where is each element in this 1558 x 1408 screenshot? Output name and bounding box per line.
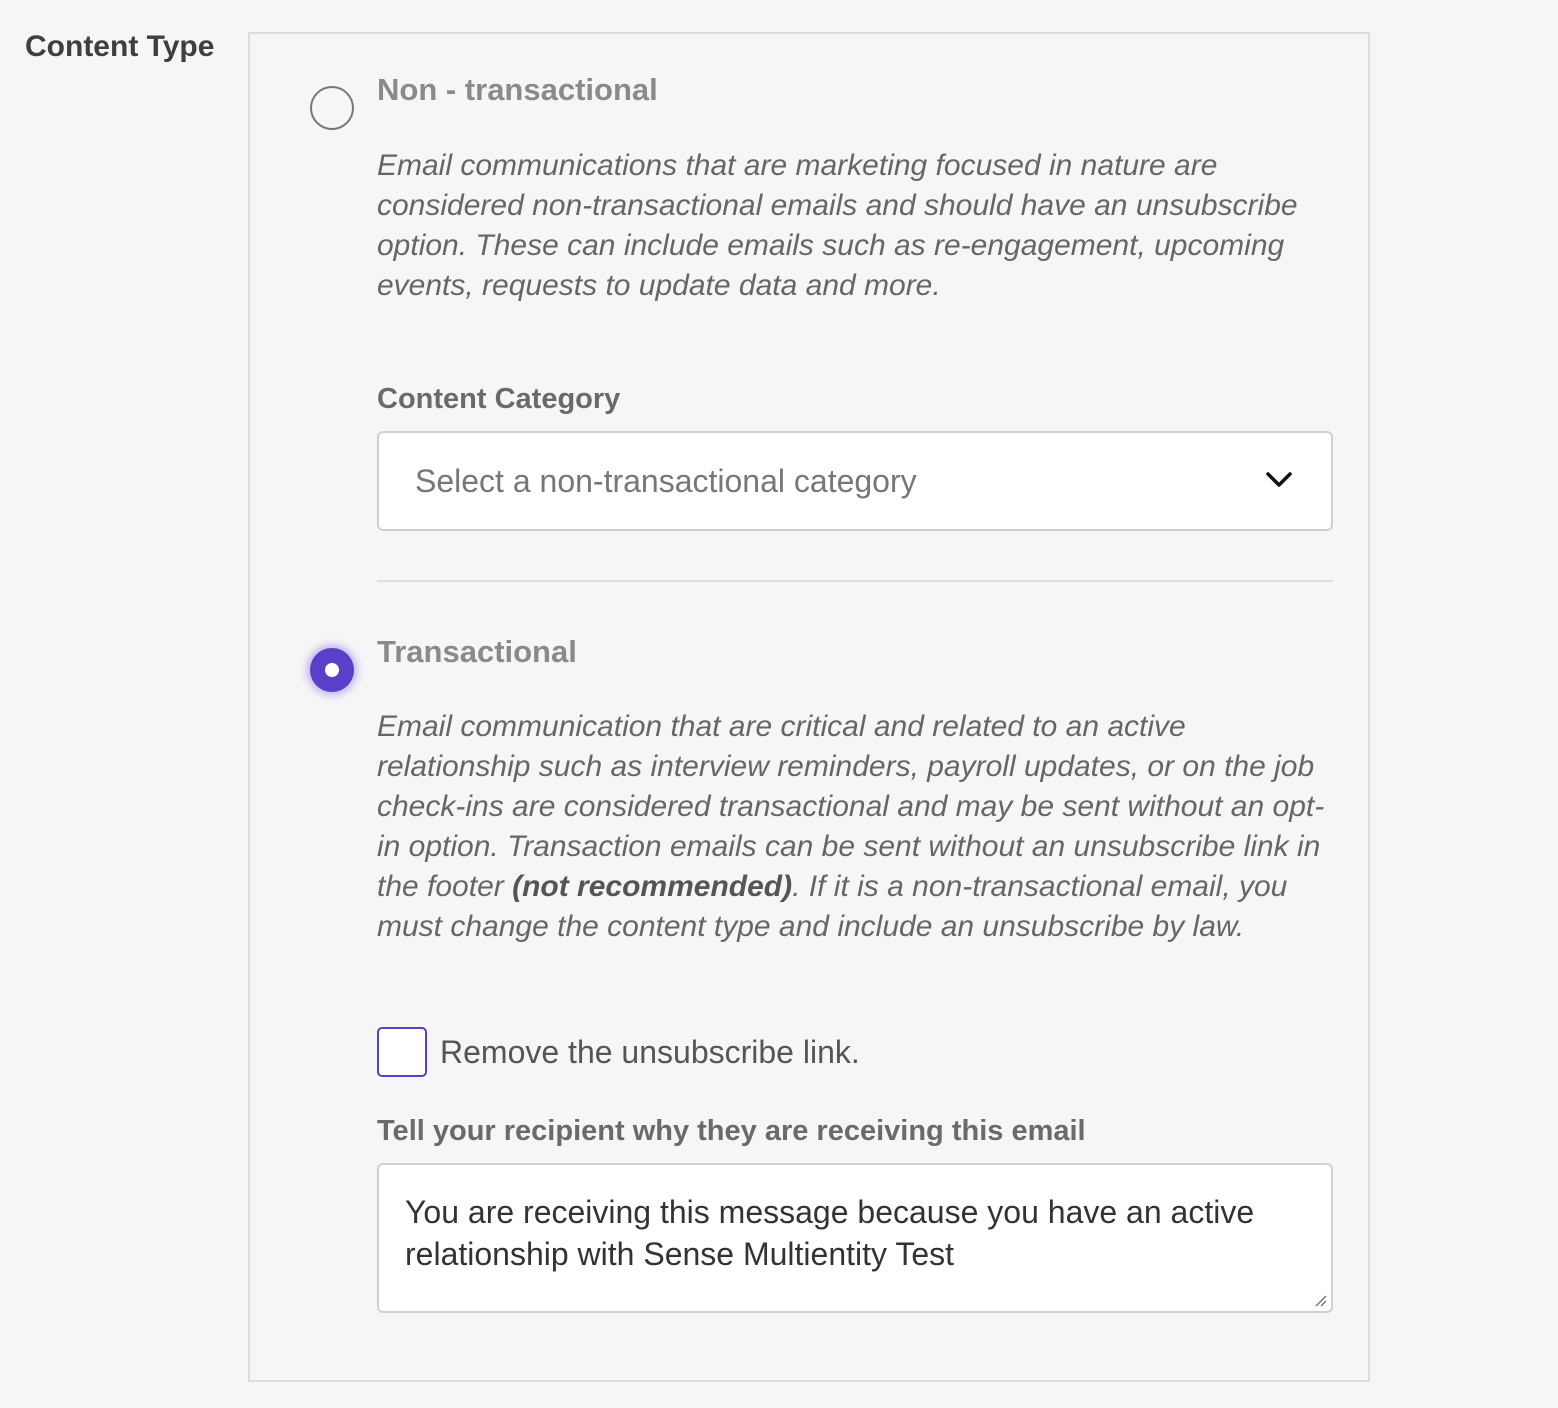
option-title-transactional: Transactional	[377, 634, 577, 669]
not-recommended-note: (not recommended)	[512, 870, 793, 903]
radio-selected-dot	[325, 663, 339, 677]
content-category-placeholder: Select a non-transactional category	[415, 463, 917, 499]
reason-label: Tell your recipient why they are receivi…	[377, 1115, 1086, 1147]
content-type-settings: Content Type Non - transactional Email c…	[0, 0, 1558, 1408]
content-category-select[interactable]: Select a non-transactional category	[377, 431, 1333, 531]
reason-textarea[interactable]: You are receiving this message because y…	[377, 1163, 1333, 1313]
section-divider	[377, 580, 1333, 582]
description-non-transactional: Email communications that are marketing …	[377, 149, 1298, 302]
chevron-down-icon	[1266, 472, 1292, 487]
remove-unsubscribe-checkbox[interactable]	[377, 1027, 427, 1077]
radio-non-transactional[interactable]	[310, 86, 354, 130]
option-title-non-transactional: Non - transactional	[377, 72, 658, 107]
content-type-label: Content Type	[25, 30, 215, 63]
content-category-label: Content Category	[377, 383, 621, 415]
remove-unsubscribe-label[interactable]: Remove the unsubscribe link.	[440, 1034, 860, 1071]
description-transactional: Email communication that are critical an…	[377, 707, 1337, 947]
reason-textarea-value: You are receiving this message because y…	[405, 1194, 1255, 1272]
radio-transactional[interactable]	[310, 648, 354, 692]
resize-handle-icon[interactable]	[1313, 1293, 1327, 1307]
